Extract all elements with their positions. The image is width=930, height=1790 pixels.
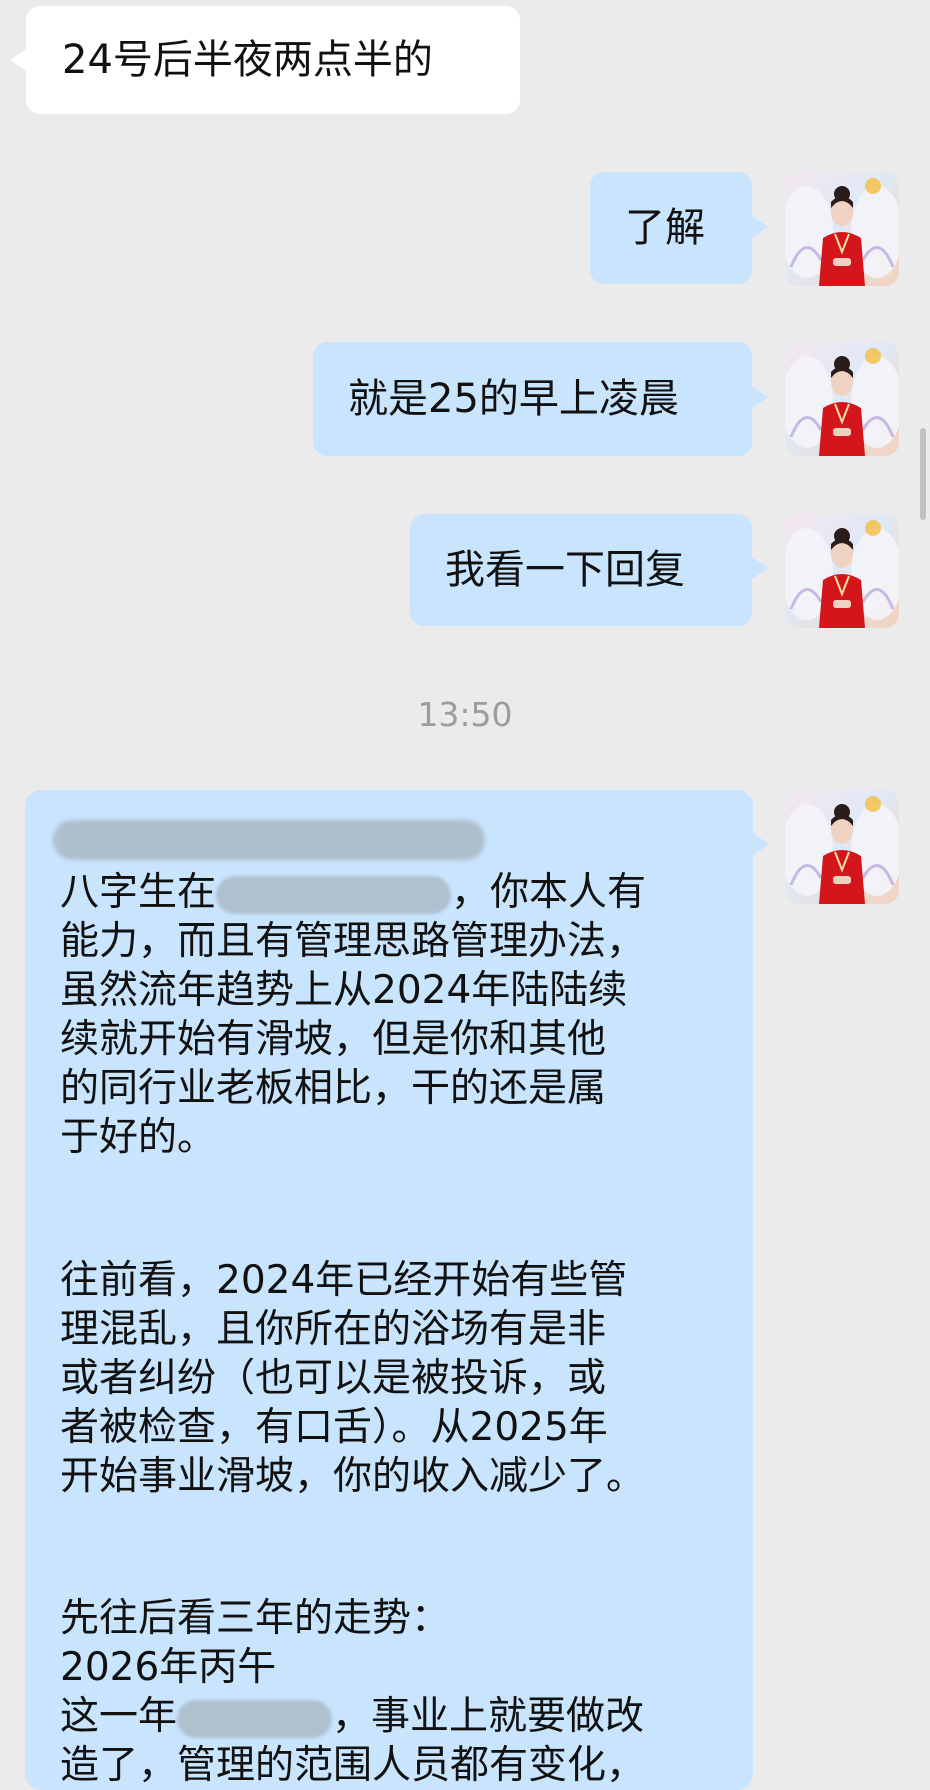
timestamp: 13:50 — [417, 695, 513, 734]
text-line: 八字生在 ，你本人有 — [60, 868, 720, 917]
bubble-tail — [752, 557, 768, 579]
bubble-tail — [753, 833, 769, 855]
avatar-red-robed-woman-icon — [785, 348, 899, 456]
text-line: 或者纠纷（也可以是被投诉，或 — [60, 1356, 607, 1401]
text-line: 能力，而且有管理思路管理办法， — [60, 919, 646, 964]
redacted-text — [53, 820, 485, 860]
paragraph-1: 八字生在 ，你本人有 能力，而且有管理思路管理办法， 虽然流年趋势上从2024年陆… — [60, 868, 720, 1162]
text-line: 续就开始有滑坡，但是你和其他 — [60, 1017, 607, 1062]
text-line: 往前看，2024年已经开始有些管 — [60, 1258, 628, 1303]
avatar[interactable] — [785, 342, 899, 456]
scrollbar[interactable] — [920, 428, 926, 520]
paragraph-3: 先往后看三年的走势： 2026年丙午 这一年 ，事业上就要做改 造了，管理的范围人… — [60, 1594, 720, 1790]
outgoing-message-bubble[interactable]: 我看一下回复 — [410, 514, 752, 626]
bubble-tail — [752, 386, 768, 408]
avatar-red-robed-woman-icon — [785, 178, 899, 286]
text-line: 者被检查，有口舌）。从2025年 — [60, 1405, 608, 1450]
text-line: 这一年 ，事业上就要做改 — [60, 1692, 720, 1741]
message-text: 24号后半夜两点半的 — [62, 37, 433, 83]
avatar[interactable] — [785, 172, 899, 286]
redacted-text — [177, 1699, 333, 1738]
outgoing-message-bubble[interactable]: 就是25的早上凌晨 — [313, 342, 752, 456]
long-reply-bubble[interactable]: 八字生在 ，你本人有 能力，而且有管理思路管理办法， 虽然流年趋势上从2024年陆… — [25, 790, 753, 1790]
message-text: 了解 — [625, 205, 705, 251]
paragraph-2: 往前看，2024年已经开始有些管 理混乱，且你所在的浴场有是非 或者纠纷（也可以… — [60, 1256, 720, 1501]
text-segment: ，你本人有 — [451, 870, 647, 915]
text-segment: ，事业上就要做改 — [332, 1694, 645, 1739]
avatar[interactable] — [785, 514, 899, 628]
incoming-message-bubble[interactable]: 24号后半夜两点半的 — [26, 6, 520, 114]
outgoing-message-bubble[interactable]: 了解 — [590, 172, 752, 284]
bubble-tail — [752, 216, 768, 238]
text-line: 造了，管理的范围人员都有变化， — [60, 1743, 646, 1788]
avatar-red-robed-woman-icon — [785, 520, 899, 628]
text-line: 2026年丙午 — [60, 1645, 277, 1690]
message-text: 就是25的早上凌晨 — [348, 376, 679, 422]
text-segment: 这一年 — [60, 1694, 178, 1739]
redacted-text — [216, 875, 452, 914]
text-segment: 八字生在 — [60, 870, 217, 915]
text-line: 的同行业老板相比，干的还是属 — [60, 1066, 607, 1111]
text-line: 于好的。 — [60, 1115, 217, 1160]
text-line: 理混乱，且你所在的浴场有是非 — [60, 1307, 607, 1352]
avatar-red-robed-woman-icon — [785, 796, 899, 904]
text-line: 先往后看三年的走势： — [60, 1596, 451, 1641]
message-text: 我看一下回复 — [445, 547, 685, 593]
avatar[interactable] — [785, 790, 899, 904]
text-line: 开始事业滑坡，你的收入减少了。 — [60, 1454, 646, 1499]
text-line: 虽然流年趋势上从2024年陆陆续 — [60, 968, 628, 1013]
bubble-tail — [10, 49, 26, 71]
